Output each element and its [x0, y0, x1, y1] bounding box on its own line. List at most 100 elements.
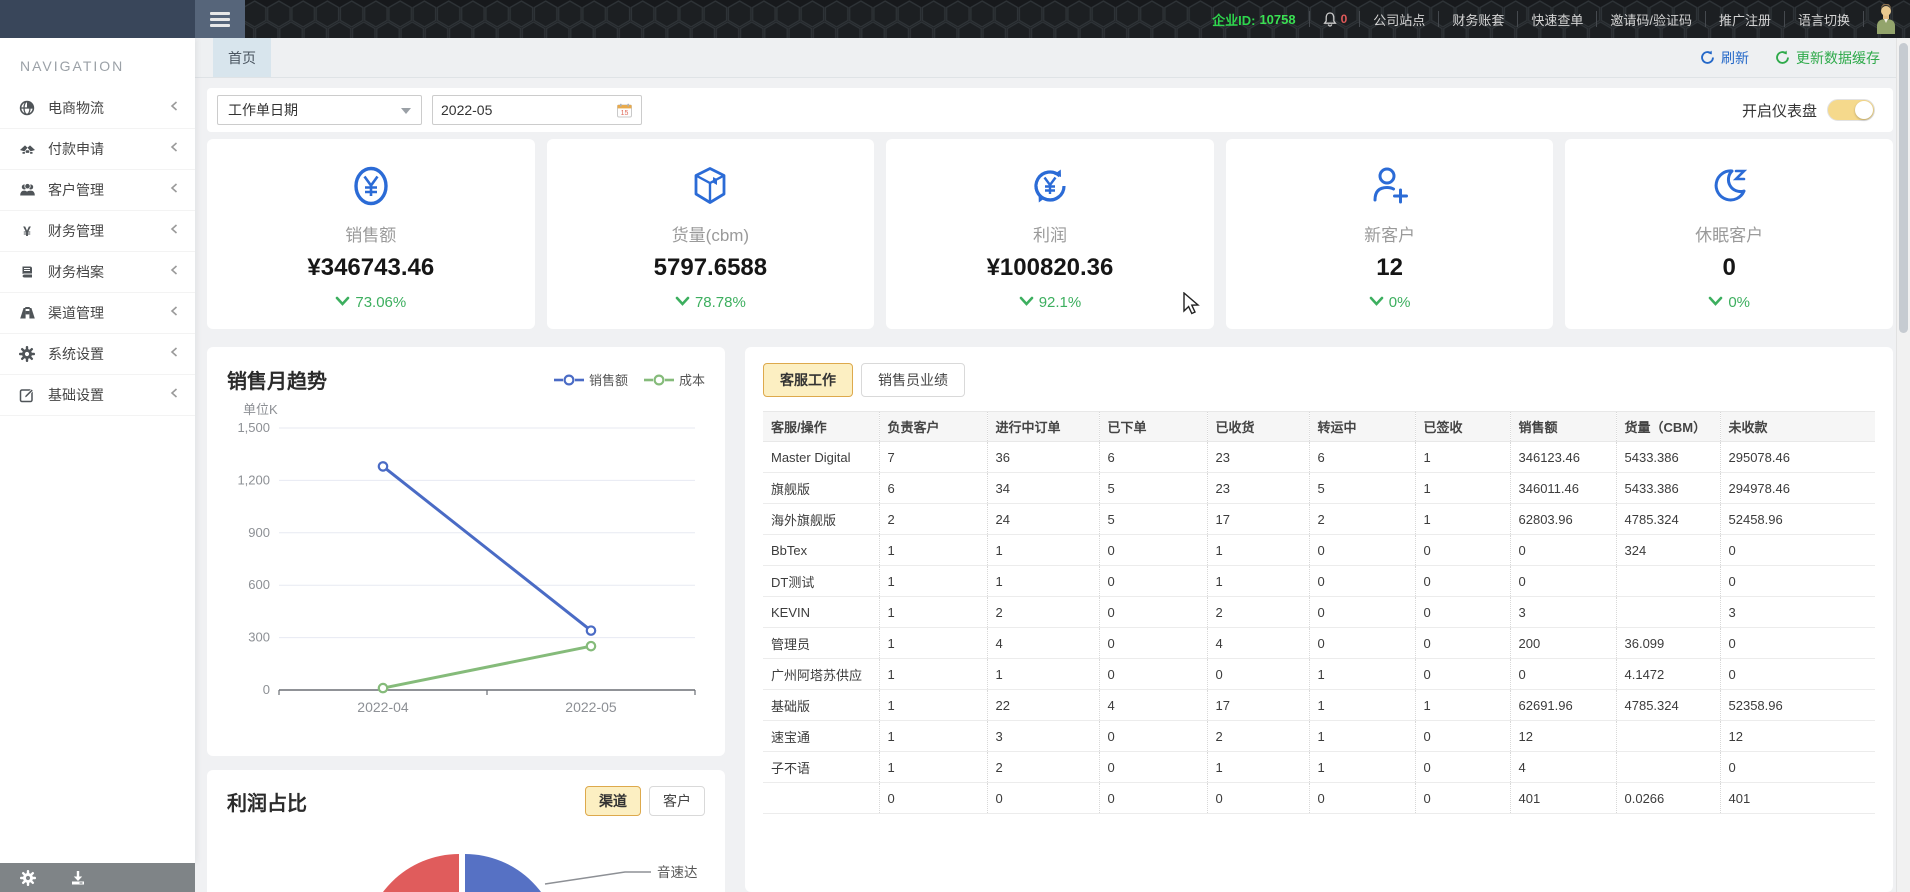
date-input[interactable]: 2022-05 15	[432, 95, 642, 125]
date-type-select[interactable]: 工作单日期	[217, 95, 422, 125]
table-cell: 12	[1510, 721, 1616, 752]
pie-mode-buttons: 渠道客户	[585, 786, 705, 816]
scrollbar-thumb[interactable]	[1899, 43, 1908, 333]
topbar-item[interactable]: 公司站点	[1360, 0, 1438, 38]
table-row[interactable]: DT测试11010000	[763, 566, 1875, 597]
topbar-item[interactable]: 推广注册	[1706, 0, 1784, 38]
table-cell: 62803.96	[1510, 504, 1616, 535]
table-row[interactable]: 管理员14040020036.0990	[763, 628, 1875, 659]
dashboard-toggle-label: 开启仪表盘	[1742, 100, 1817, 121]
chevron-left-icon	[169, 99, 179, 117]
hamburger-icon	[210, 9, 230, 30]
table-row[interactable]: KEVIN12020033	[763, 597, 1875, 628]
sidebar-nav-label: NAVIGATION	[0, 38, 195, 88]
work-tab-销售员业绩[interactable]: 销售员业绩	[861, 363, 965, 397]
table-cell: 6	[879, 473, 987, 504]
sidebar-item-付款申请[interactable]: 付款申请	[0, 129, 195, 170]
gear-icon	[20, 870, 36, 886]
chevron-down-icon	[675, 294, 690, 311]
gear-icon	[18, 346, 36, 362]
table-cell: 0	[987, 783, 1099, 814]
legend-item-销售额[interactable]: 销售额	[554, 370, 628, 389]
table-cell: 17	[1207, 690, 1309, 721]
work-table-card: 客服工作销售员业绩 客服/操作负责客户进行中订单已下单已收货转运中已签收销售额货…	[745, 347, 1893, 892]
table-cell: 0	[1415, 721, 1510, 752]
topbar-item[interactable]: 快速查单	[1518, 0, 1596, 38]
stat-label: 新客户	[1364, 221, 1415, 246]
pie-title: 利润占比	[227, 787, 307, 816]
table-cell: 1	[879, 690, 987, 721]
table-cell: BbTex	[763, 535, 879, 566]
table-row[interactable]: 广州阿塔苏供应11001004.14720	[763, 659, 1875, 690]
work-tab-客服工作[interactable]: 客服工作	[763, 363, 853, 397]
table-cell: 4	[1099, 690, 1207, 721]
sidebar-item-财务管理[interactable]: ¥财务管理	[0, 211, 195, 252]
legend-item-成本[interactable]: 成本	[644, 370, 705, 389]
stat-card-销售额: 销售额¥346743.4673.06%	[207, 139, 535, 329]
line-chart[interactable]: 03006009001,2001,500单位K2022-042022-05	[227, 394, 705, 731]
table-cell: 1	[1415, 504, 1510, 535]
table-cell: 3	[987, 721, 1099, 752]
sidebar-collapse-button[interactable]	[195, 0, 245, 38]
page-scrollbar[interactable]	[1896, 38, 1910, 892]
table-cell: 2	[1309, 504, 1415, 535]
sidebar-item-客户管理[interactable]: 客户管理	[0, 170, 195, 211]
sidebar-item-电商物流[interactable]: 电商物流	[0, 88, 195, 129]
sidebar-item-label: 客户管理	[48, 180, 169, 200]
table-cell: 子不语	[763, 752, 879, 783]
stat-label: 销售额	[345, 221, 396, 246]
sales-trend-card: 销售月趋势 销售额成本 03006009001,2001,500单位K2022-…	[207, 347, 725, 756]
sidebar-item-基础设置[interactable]: 基础设置	[0, 375, 195, 416]
table-row[interactable]: 基础版1224171162691.964785.32452358.96	[763, 690, 1875, 721]
stat-cards-row: 销售额¥346743.4673.06%货量(cbm)5797.658878.78…	[207, 139, 1893, 329]
topbar-menu: 企业ID: 10758 0 公司站点财务账套快速查单邀请码/验证码推广注册语言切…	[1199, 0, 1910, 38]
update-cache-button[interactable]: 更新数据缓存	[1775, 48, 1880, 68]
table-cell: 0	[1099, 783, 1207, 814]
stat-percent: 0%	[1369, 294, 1411, 311]
chevron-left-icon	[169, 345, 179, 363]
table-cell: 1	[879, 721, 987, 752]
calendar-icon[interactable]: 15	[616, 102, 633, 119]
topbar-item[interactable]: 邀请码/验证码	[1597, 0, 1705, 38]
edit-icon	[18, 387, 36, 403]
footer-download-button[interactable]	[70, 870, 86, 886]
pie-mode-渠道[interactable]: 渠道	[585, 786, 641, 816]
table-row[interactable]: Master Digital73662361346123.465433.3862…	[763, 442, 1875, 473]
sidebar-item-财务档案[interactable]: 财务档案	[0, 252, 195, 293]
table-cell: 0	[1415, 659, 1510, 690]
table-cell: 海外旗舰版	[763, 504, 879, 535]
table-cell: 0	[1099, 659, 1207, 690]
sidebar-item-渠道管理[interactable]: 渠道管理	[0, 293, 195, 334]
topbar-item[interactable]: 语言切换	[1785, 0, 1863, 38]
topbar-item[interactable]: 财务账套	[1439, 0, 1517, 38]
user-avatar[interactable]	[1864, 4, 1904, 34]
tab-home[interactable]: 首页	[213, 38, 271, 77]
table-cell: 0	[1207, 659, 1309, 690]
stat-value: ¥346743.46	[307, 254, 434, 282]
table-cell: 0	[1099, 752, 1207, 783]
column-header: 已收货	[1207, 412, 1309, 442]
footer-gear-button[interactable]	[20, 870, 36, 886]
svg-text:1,500: 1,500	[237, 420, 270, 435]
sidebar-item-系统设置[interactable]: 系统设置	[0, 334, 195, 375]
table-row[interactable]: 0000004010.0266401	[763, 783, 1875, 814]
notifications-button[interactable]: 0	[1310, 11, 1360, 28]
refresh-button[interactable]: 刷新	[1700, 48, 1749, 68]
table-cell: 4.1472	[1616, 659, 1720, 690]
table-cell: 0	[1415, 566, 1510, 597]
toggle-knob	[1855, 101, 1873, 119]
pie-mode-客户[interactable]: 客户	[649, 786, 705, 816]
table-cell	[1616, 597, 1720, 628]
table-row[interactable]: 速宝通1302101212	[763, 721, 1875, 752]
pie-chart[interactable]: 音速达	[227, 816, 705, 892]
sidebar-item-label: 渠道管理	[48, 303, 169, 323]
dashboard-toggle[interactable]	[1827, 99, 1875, 121]
table-cell: 1	[1309, 752, 1415, 783]
table-row[interactable]: BbTex11010003240	[763, 535, 1875, 566]
table-cell: 1	[879, 597, 987, 628]
company-id-value: 10758	[1259, 12, 1295, 27]
table-row[interactable]: 子不语12011040	[763, 752, 1875, 783]
table-row[interactable]: 旗舰版63452351346011.465433.386294978.46	[763, 473, 1875, 504]
table-cell: 4	[1510, 752, 1616, 783]
table-row[interactable]: 海外旗舰版2245172162803.964785.32452458.96	[763, 504, 1875, 535]
